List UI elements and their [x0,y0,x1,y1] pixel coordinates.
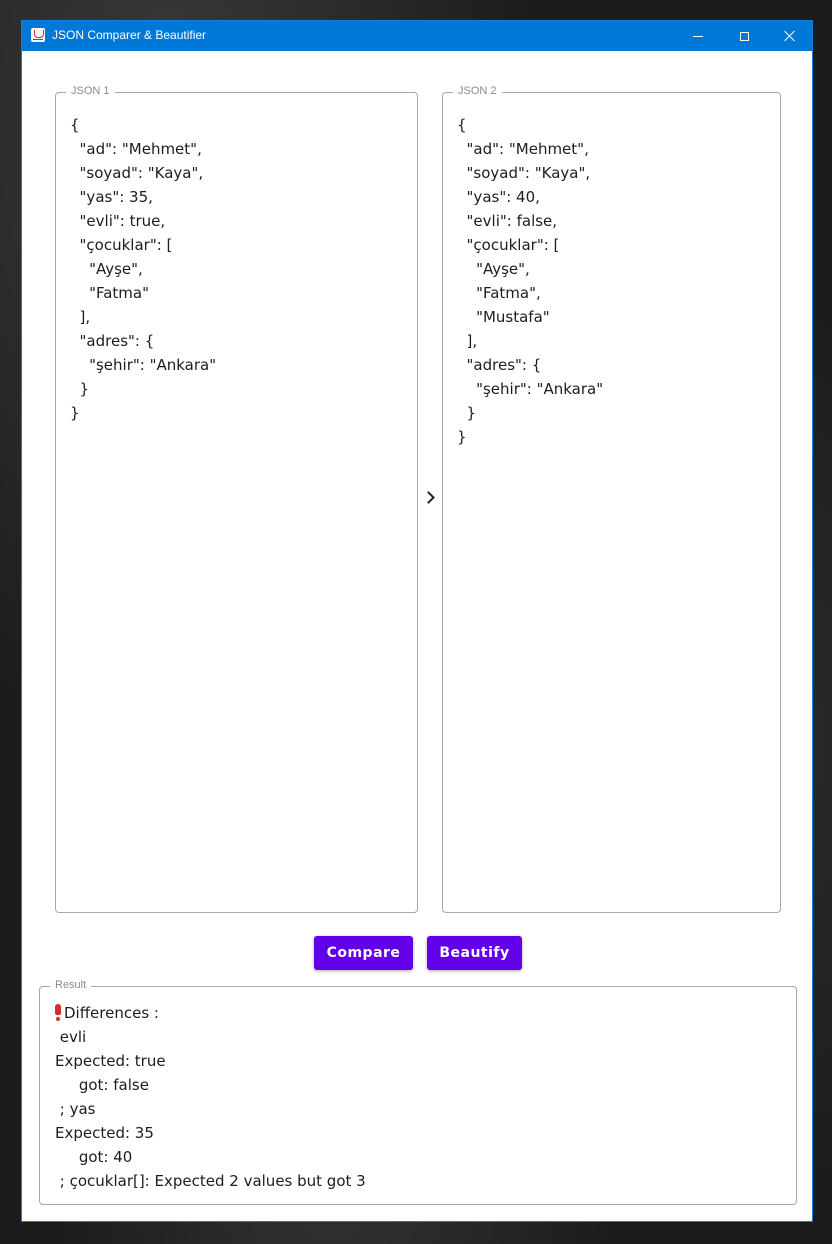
result-output: Differences : evli Expected: true got: f… [55,1001,366,1193]
window-title: JSON Comparer & Beautifier [52,28,207,42]
app-window: JSON Comparer & Beautifier JSON 1 { "ad"… [21,20,813,1222]
beautify-button[interactable]: Beautify [427,936,522,970]
json1-panel: JSON 1 { "ad": "Mehmet", "soyad": "Kaya"… [55,85,418,913]
maximize-button[interactable] [721,21,767,51]
compare-button[interactable]: Compare [314,936,413,970]
maximize-icon [739,31,749,41]
json2-textarea[interactable]: { "ad": "Mehmet", "soyad": "Kaya", "yas"… [457,113,603,449]
json1-textarea[interactable]: { "ad": "Mehmet", "soyad": "Kaya", "yas"… [70,113,216,425]
chevron-right-icon [422,490,435,504]
result-body: evli Expected: true got: false ; yas Exp… [55,1028,366,1190]
json1-legend: JSON 1 [66,85,115,97]
exclamation-icon [55,1004,61,1021]
arrow-indicator [420,487,440,507]
result-heading: Differences : [64,1004,159,1022]
java-cup-icon [31,28,45,42]
json2-panel: JSON 2 { "ad": "Mehmet", "soyad": "Kaya"… [442,85,781,913]
result-legend: Result [50,979,92,991]
result-panel: Result Differences : evli Expected: true… [39,979,797,1205]
close-icon [784,30,796,42]
minimize-button[interactable] [675,21,721,51]
title-bar[interactable]: JSON Comparer & Beautifier [22,21,812,51]
close-button[interactable] [767,21,813,51]
minimize-icon [693,35,703,37]
json2-legend: JSON 2 [453,85,502,97]
